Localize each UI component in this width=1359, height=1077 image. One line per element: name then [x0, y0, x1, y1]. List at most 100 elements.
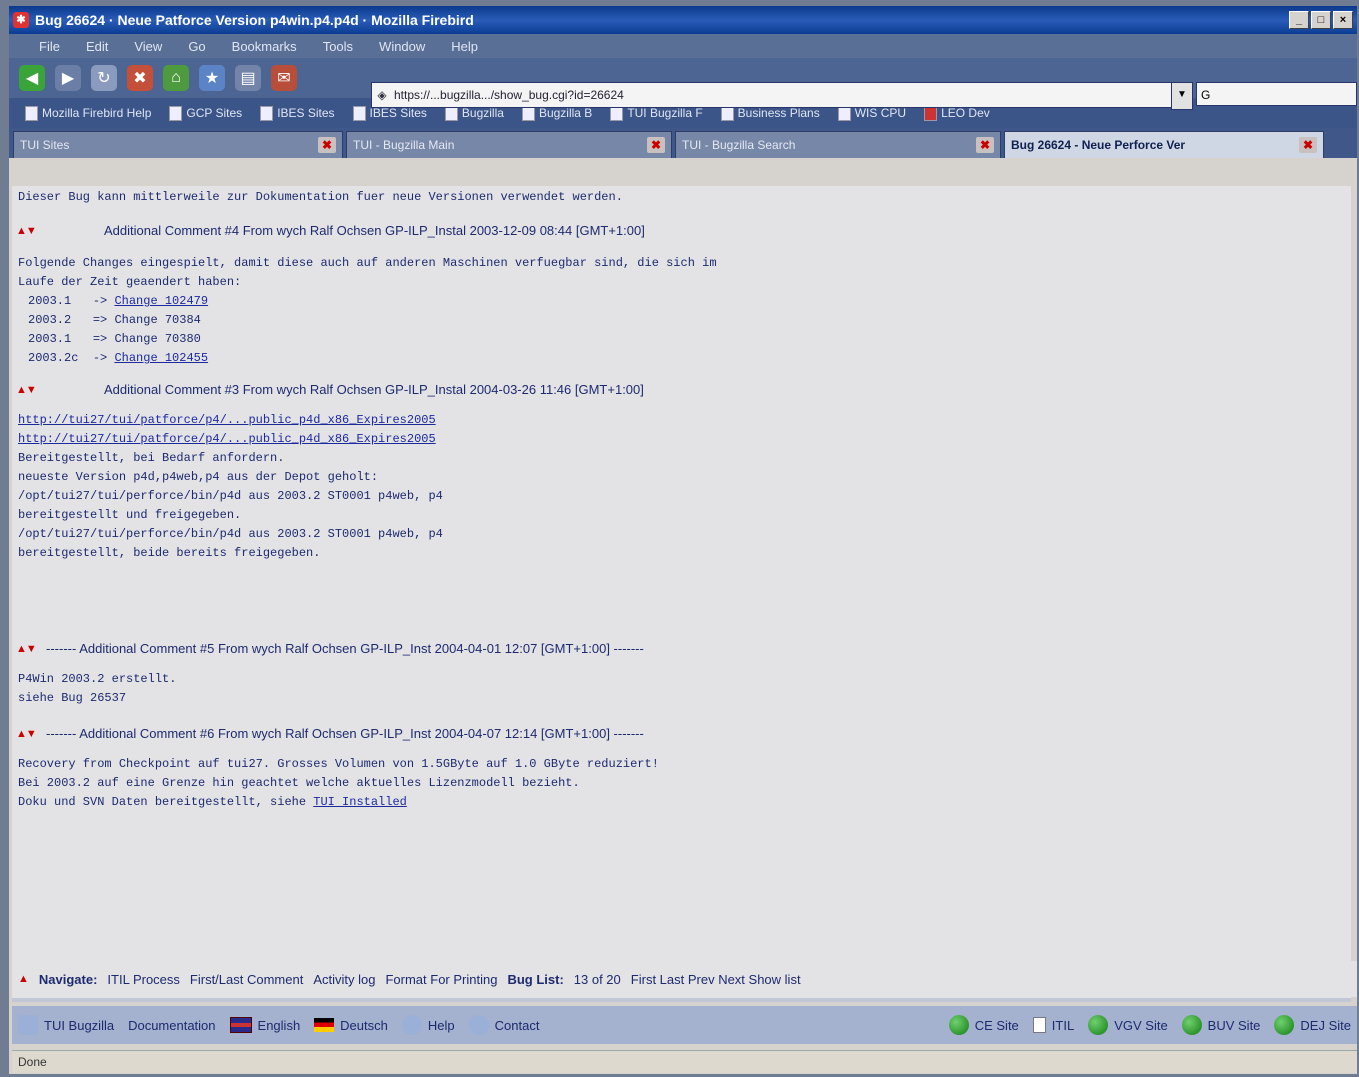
comment-text: Doku und SVN Daten bereitgestellt, siehe… [18, 795, 407, 809]
menu-edit[interactable]: Edit [86, 39, 108, 54]
print-icon[interactable]: ▤ [235, 65, 261, 91]
up-down-arrows-icon[interactable]: ▲▼ [16, 225, 46, 237]
change-row: 2003.2c -> Change 102455 [28, 351, 209, 365]
change-row: 2003.1 => Change 70380 [28, 332, 201, 346]
navigation-bar: ▲ Navigate: ITIL Process First/Last Comm… [12, 961, 1357, 997]
footer-site-link[interactable]: DEJ Site [1274, 1015, 1351, 1035]
depot-link[interactable]: http://tui27/tui/patforce/p4/...public_p… [18, 413, 436, 427]
menu-file[interactable]: File [39, 39, 60, 54]
tab-bug-26624[interactable]: Bug 26624 - Neue Perforce Ver ✖ [1004, 131, 1324, 158]
footer-site-link[interactable]: CE Site [948, 1015, 1019, 1035]
close-tab-icon[interactable]: ✖ [647, 137, 665, 153]
comment-text: Recovery from Checkpoint auf tui27. Gros… [18, 757, 659, 771]
globe-icon [948, 1015, 969, 1035]
bookmark-item[interactable]: GCP Sites [169, 105, 242, 121]
back-icon[interactable]: ◀ [19, 65, 45, 91]
bookmark-item[interactable]: Mozilla Firebird Help [25, 105, 151, 121]
comment-header: ▲▼ Additional Comment #3 From wych Ralf … [16, 382, 644, 397]
footer-bugzilla[interactable]: TUI Bugzilla [18, 1015, 114, 1035]
globe-icon [1274, 1015, 1295, 1035]
tab-bugzilla-search[interactable]: TUI - Bugzilla Search ✖ [675, 131, 1001, 158]
comment-text: siehe Bug 26537 [18, 691, 127, 705]
reload-icon[interactable]: ↻ [91, 65, 117, 91]
depot-link[interactable]: http://tui27/tui/patforce/p4/...public_p… [18, 432, 436, 446]
page-icon [260, 105, 274, 121]
change-link[interactable]: Change 102455 [114, 351, 208, 365]
close-tab-icon[interactable]: ✖ [1299, 137, 1317, 153]
change-row: 2003.2 => Change 70384 [28, 313, 201, 327]
comment-header: ▲▼ ------- Additional Comment #5 From wy… [16, 641, 644, 656]
comment-text: /opt/tui27/tui/perforce/bin/p4d aus 2003… [18, 489, 443, 503]
menu-bookmarks[interactable]: Bookmarks [232, 39, 297, 54]
forward-icon[interactable]: ▶ [55, 65, 81, 91]
comment-header: ▲▼ Additional Comment #4 From wych Ralf … [16, 223, 645, 238]
comment-text: P4Win 2003.2 erstellt. [18, 672, 177, 686]
divider [12, 998, 1351, 1002]
comment-text: neueste Version p4d,p4web,p4 aus der Dep… [18, 470, 379, 484]
comment-text: Laufe der Zeit geaendert haben: [18, 275, 242, 289]
up-arrow-icon[interactable]: ▲ [18, 973, 29, 985]
up-down-arrows-icon[interactable]: ▲▼ [16, 643, 46, 655]
nav-item[interactable]: First/Last Comment [190, 972, 303, 987]
bugzilla-icon [18, 1015, 38, 1035]
change-row: 2003.1 -> Change 102479 [28, 294, 209, 308]
home-icon[interactable]: ⌂ [163, 65, 189, 91]
comment-text: Dieser Bug kann mittlerweile zur Dokumen… [18, 190, 623, 204]
bookmark-item[interactable]: IBES Sites [260, 105, 335, 121]
help-icon [401, 1015, 422, 1035]
footer-english[interactable]: English [229, 1017, 300, 1033]
up-down-arrows-icon[interactable]: ▲▼ [16, 728, 46, 740]
footer-contact[interactable]: Contact [468, 1015, 539, 1035]
stop-icon[interactable]: ✖ [127, 65, 153, 91]
comment-header: ▲▼ ------- Additional Comment #6 From wy… [16, 726, 644, 741]
buglist-nav[interactable]: First Last Prev Next Show list [631, 972, 801, 987]
navigate-label: Navigate: [38, 971, 98, 987]
minimize-button[interactable]: _ [1289, 11, 1309, 29]
url-input[interactable] [392, 87, 1182, 103]
menu-help[interactable]: Help [451, 39, 478, 54]
tui-installed-link[interactable]: TUI Installed [313, 795, 407, 809]
tab-bar: TUI Sites ✖ TUI - Bugzilla Main ✖ TUI - … [9, 128, 1357, 158]
tab-bugzilla-main[interactable]: TUI - Bugzilla Main ✖ [346, 131, 672, 158]
close-tab-icon[interactable]: ✖ [318, 137, 336, 153]
english-flag-icon [229, 1017, 252, 1033]
browser-window: ✱ Bug 26624 · Neue Patforce Version p4wi… [9, 6, 1357, 1074]
footer-site-link[interactable]: VGV Site [1088, 1015, 1168, 1035]
comment-text: Bereitgestellt, bei Bedarf anfordern. [18, 451, 285, 465]
menu-window[interactable]: Window [379, 39, 425, 54]
nav-item[interactable]: Format For Printing [385, 972, 497, 987]
status-text: Done [18, 1055, 47, 1069]
nav-item[interactable]: ITIL Process [107, 972, 179, 987]
page-icon [25, 105, 38, 121]
address-bar[interactable]: ◈ [371, 82, 1183, 108]
page-icon: ◈ [377, 88, 387, 102]
url-dropdown-icon[interactable]: ▼ [1171, 82, 1193, 110]
page-content: Dieser Bug kann mittlerweile zur Dokumen… [12, 186, 1351, 998]
footer-site-link[interactable]: BUV Site [1181, 1015, 1260, 1035]
comment-text: Bei 2003.2 auf eine Grenze hin geachtet … [18, 776, 580, 790]
globe-icon [1181, 1015, 1202, 1035]
footer-help[interactable]: Help [401, 1015, 455, 1035]
tab-tui-sites[interactable]: TUI Sites ✖ [13, 131, 343, 158]
menu-view[interactable]: View [134, 39, 162, 54]
buglist-label: Bug List: [507, 971, 564, 987]
maximize-button[interactable]: □ [1311, 11, 1331, 29]
footer-deutsch[interactable]: Deutsch [314, 1018, 388, 1033]
globe-icon [1088, 1015, 1109, 1035]
menu-tools[interactable]: Tools [323, 39, 353, 54]
footer-documentation[interactable]: Documentation [128, 1018, 215, 1033]
footer-site-link[interactable]: ITIL [1032, 1017, 1074, 1033]
search-input[interactable]: G [1196, 82, 1357, 106]
contact-icon [468, 1015, 489, 1035]
nav-item[interactable]: Activity log [313, 972, 375, 987]
page-icon [352, 105, 366, 121]
german-flag-icon [314, 1018, 335, 1032]
bookmark-star-icon[interactable]: ★ [199, 65, 225, 91]
up-down-arrows-icon[interactable]: ▲▼ [16, 384, 46, 396]
bug-icon: ✱ [13, 12, 29, 28]
close-window-button[interactable]: × [1333, 11, 1353, 29]
close-tab-icon[interactable]: ✖ [976, 137, 994, 153]
menu-go[interactable]: Go [188, 39, 205, 54]
change-link[interactable]: Change 102479 [114, 294, 208, 308]
mail-icon[interactable]: ✉ [271, 65, 297, 91]
